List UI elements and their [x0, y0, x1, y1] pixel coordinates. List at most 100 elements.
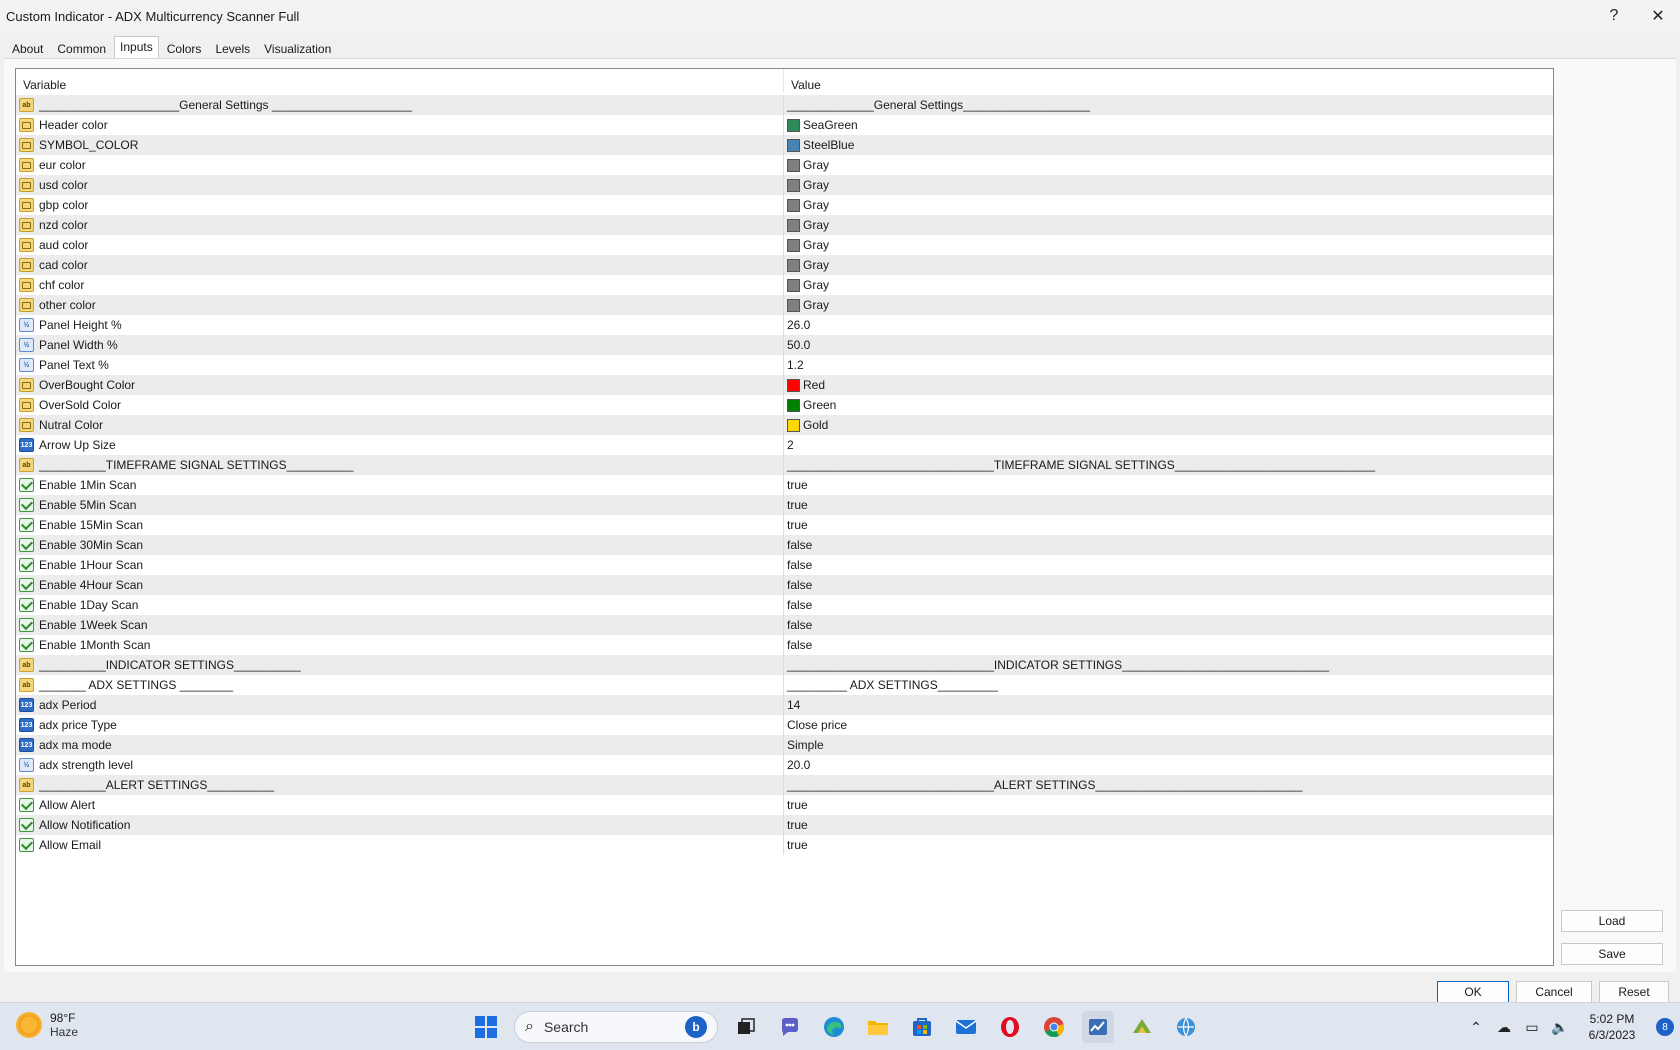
- save-button[interactable]: Save: [1561, 943, 1663, 965]
- value-cell[interactable]: false: [784, 555, 1553, 575]
- table-row[interactable]: Enable 15Min Scan true: [16, 515, 1553, 535]
- value-cell[interactable]: 50.0: [784, 335, 1553, 355]
- chevron-up-icon[interactable]: ⌃: [1462, 1019, 1490, 1036]
- table-row[interactable]: 123 Arrow Up Size 2: [16, 435, 1553, 455]
- value-cell[interactable]: Gray: [784, 295, 1553, 315]
- onedrive-cloud-icon[interactable]: ☁: [1490, 1019, 1518, 1036]
- table-row[interactable]: eur color Gray: [16, 155, 1553, 175]
- table-row[interactable]: SYMBOL_COLOR SteelBlue: [16, 135, 1553, 155]
- value-cell[interactable]: _____________General Settings___________…: [784, 95, 1553, 115]
- table-row[interactable]: 123 adx ma mode Simple: [16, 735, 1553, 755]
- mail-icon[interactable]: [950, 1011, 982, 1043]
- table-row[interactable]: Nutral Color Gold: [16, 415, 1553, 435]
- value-cell[interactable]: SteelBlue: [784, 135, 1553, 155]
- value-cell[interactable]: 20.0: [784, 755, 1553, 775]
- table-row[interactable]: ½ Panel Text % 1.2: [16, 355, 1553, 375]
- value-cell[interactable]: true: [784, 795, 1553, 815]
- value-cell[interactable]: false: [784, 635, 1553, 655]
- column-header-variable[interactable]: Variable: [16, 69, 784, 92]
- column-header-value[interactable]: Value: [784, 78, 821, 92]
- table-row[interactable]: OverSold Color Green: [16, 395, 1553, 415]
- trading-app-icon[interactable]: [1126, 1011, 1158, 1043]
- value-cell[interactable]: Gray: [784, 255, 1553, 275]
- value-cell[interactable]: _________ ADX SETTINGS_________: [784, 675, 1553, 695]
- ok-button[interactable]: OK: [1437, 981, 1509, 1003]
- value-cell[interactable]: _______________________________ALERT SET…: [784, 775, 1553, 795]
- table-row[interactable]: Enable 1Day Scan false: [16, 595, 1553, 615]
- value-cell[interactable]: Gray: [784, 195, 1553, 215]
- tab-inputs[interactable]: Inputs: [114, 36, 159, 60]
- bing-icon[interactable]: b: [685, 1016, 707, 1038]
- notification-badge[interactable]: 8: [1656, 1018, 1674, 1036]
- load-button[interactable]: Load: [1561, 910, 1663, 932]
- table-row[interactable]: Enable 1Month Scan false: [16, 635, 1553, 655]
- metatrader-icon[interactable]: [1082, 1011, 1114, 1043]
- table-row[interactable]: nzd color Gray: [16, 215, 1553, 235]
- microsoft-store-icon[interactable]: [906, 1011, 938, 1043]
- value-cell[interactable]: false: [784, 615, 1553, 635]
- help-button[interactable]: ?: [1592, 0, 1636, 32]
- tab-about[interactable]: About: [6, 38, 49, 60]
- windows-start-icon[interactable]: [470, 1011, 502, 1043]
- table-row[interactable]: Enable 1Hour Scan false: [16, 555, 1553, 575]
- value-cell[interactable]: Close price: [784, 715, 1553, 735]
- value-cell[interactable]: Gray: [784, 215, 1553, 235]
- tab-levels[interactable]: Levels: [209, 38, 256, 60]
- table-row[interactable]: ½ Panel Height % 26.0: [16, 315, 1553, 335]
- value-cell[interactable]: true: [784, 495, 1553, 515]
- taskbar-search[interactable]: ⌕ Search b: [514, 1011, 718, 1043]
- table-row[interactable]: 123 adx price Type Close price: [16, 715, 1553, 735]
- value-cell[interactable]: true: [784, 475, 1553, 495]
- value-cell[interactable]: 26.0: [784, 315, 1553, 335]
- table-row[interactable]: ab _____________________General Settings …: [16, 95, 1553, 115]
- file-explorer-icon[interactable]: [862, 1011, 894, 1043]
- table-row[interactable]: other color Gray: [16, 295, 1553, 315]
- table-row[interactable]: ab __________TIMEFRAME SIGNAL SETTINGS___…: [16, 455, 1553, 475]
- table-row[interactable]: ab _______ ADX SETTINGS ________ _________…: [16, 675, 1553, 695]
- reset-button[interactable]: Reset: [1599, 981, 1669, 1003]
- value-cell[interactable]: _______________________________INDICATOR…: [784, 655, 1553, 675]
- value-cell[interactable]: false: [784, 595, 1553, 615]
- value-cell[interactable]: SeaGreen: [784, 115, 1553, 135]
- value-cell[interactable]: Gray: [784, 175, 1553, 195]
- table-row[interactable]: ½ Panel Width % 50.0: [16, 335, 1553, 355]
- value-cell[interactable]: Gray: [784, 275, 1553, 295]
- network-app-icon[interactable]: [1170, 1011, 1202, 1043]
- value-cell[interactable]: true: [784, 515, 1553, 535]
- tab-common[interactable]: Common: [51, 38, 112, 60]
- value-cell[interactable]: Gray: [784, 235, 1553, 255]
- edge-icon[interactable]: [818, 1011, 850, 1043]
- value-cell[interactable]: false: [784, 535, 1553, 555]
- value-cell[interactable]: _______________________________TIMEFRAME…: [784, 455, 1553, 475]
- table-row[interactable]: Header color SeaGreen: [16, 115, 1553, 135]
- value-cell[interactable]: Green: [784, 395, 1553, 415]
- table-row[interactable]: 123 adx Period 14: [16, 695, 1553, 715]
- value-cell[interactable]: 1.2: [784, 355, 1553, 375]
- table-row[interactable]: Enable 5Min Scan true: [16, 495, 1553, 515]
- task-view-icon[interactable]: [730, 1011, 762, 1043]
- value-cell[interactable]: true: [784, 815, 1553, 835]
- tab-visualization[interactable]: Visualization: [258, 38, 337, 60]
- value-cell[interactable]: 2: [784, 435, 1553, 455]
- value-cell[interactable]: 14: [784, 695, 1553, 715]
- network-icon[interactable]: ▭: [1518, 1019, 1546, 1036]
- table-row[interactable]: aud color Gray: [16, 235, 1553, 255]
- teams-chat-icon[interactable]: [774, 1011, 806, 1043]
- volume-icon[interactable]: 🔈: [1546, 1019, 1574, 1036]
- tab-colors[interactable]: Colors: [161, 38, 208, 60]
- chrome-icon[interactable]: [1038, 1011, 1070, 1043]
- table-row[interactable]: Allow Email true: [16, 835, 1553, 855]
- clock[interactable]: 5:02 PM 6/3/2023: [1574, 1011, 1650, 1043]
- weather-widget[interactable]: 98°F Haze: [16, 1011, 78, 1039]
- value-cell[interactable]: false: [784, 575, 1553, 595]
- table-row[interactable]: Enable 30Min Scan false: [16, 535, 1553, 555]
- opera-icon[interactable]: [994, 1011, 1026, 1043]
- value-cell[interactable]: Gold: [784, 415, 1553, 435]
- table-row[interactable]: Enable 1Week Scan false: [16, 615, 1553, 635]
- table-row[interactable]: Allow Alert true: [16, 795, 1553, 815]
- close-button[interactable]: ✕: [1636, 0, 1680, 32]
- table-row[interactable]: chf color Gray: [16, 275, 1553, 295]
- table-row[interactable]: ab __________INDICATOR SETTINGS__________…: [16, 655, 1553, 675]
- value-cell[interactable]: Gray: [784, 155, 1553, 175]
- value-cell[interactable]: true: [784, 835, 1553, 855]
